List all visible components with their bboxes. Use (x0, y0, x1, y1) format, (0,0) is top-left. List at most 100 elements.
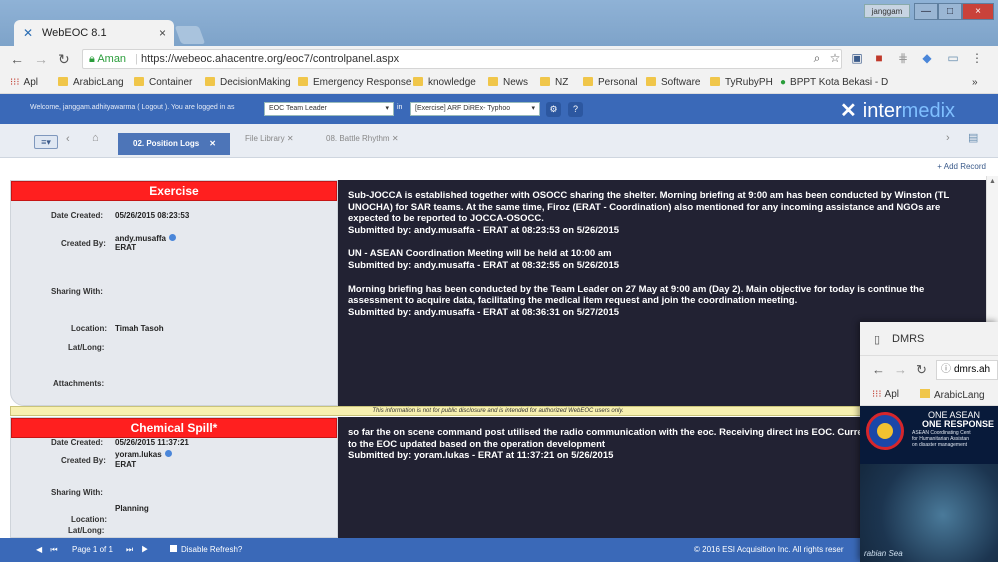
sharing-with-label: Sharing With: (51, 287, 103, 296)
url-text: https://webeoc.ahacentre.org/eoc7/contro… (141, 53, 400, 65)
bookmark-folder[interactable]: ArabicLang (58, 77, 124, 88)
close-icon[interactable]: ✕ (209, 139, 216, 148)
record-title[interactable]: Exercise (11, 181, 337, 201)
reload-icon[interactable]: ↻ (58, 50, 70, 68)
disable-refresh-checkbox[interactable]: Disable Refresh? (170, 545, 242, 554)
home-icon[interactable]: ⌂ (92, 132, 99, 144)
latlong-label: Lat/Long: (68, 526, 105, 535)
submitted-by: Submitted by: andy.musaffa - ERAT at 08:… (348, 224, 620, 236)
apps-grid-icon: ⁝⁝⁝ (10, 77, 20, 88)
forward-arrow-icon[interactable]: → (894, 362, 907, 377)
bookmark-apps[interactable]: ⁝⁝⁝ Apl (10, 77, 38, 88)
bookmark-folder[interactable]: knowledge (413, 77, 476, 88)
folder-icon (134, 77, 144, 86)
created-by-org: ERAT (115, 243, 137, 252)
bookmark-folder[interactable]: DecisionMaking (205, 77, 291, 88)
tab-close-icon[interactable]: × (159, 26, 166, 40)
created-by-user[interactable]: andy.musaffa (115, 234, 176, 243)
minimize-button[interactable]: — (914, 3, 938, 20)
incident-select[interactable]: [Exercise] ARF DiREx- Typhoo ▾ (410, 102, 540, 116)
location-label: Location: (71, 515, 107, 524)
extension-grid-icon[interactable]: ⋕ (896, 51, 910, 65)
secure-label: Aman (97, 53, 127, 65)
folder-icon (205, 77, 215, 86)
position-select[interactable]: EOC Team Leader ▾ (264, 102, 394, 116)
dmrs-tab-title[interactable]: DMRS (892, 333, 924, 345)
url-input[interactable]: 🔒︎ Aman | https://webeoc.ahacentre.org/e… (82, 49, 842, 69)
extension-screen-icon[interactable]: ▭ (946, 51, 960, 65)
dmrs-url-input[interactable]: ⓘ dmrs.ah (936, 360, 998, 380)
bookmarks-overflow-icon[interactable]: » (972, 77, 978, 88)
menu-list-icon[interactable]: ≡▾ (34, 135, 58, 149)
info-icon[interactable] (164, 450, 172, 457)
bookmark-bppt[interactable]: ● BPPT Kota Bekasi - D (780, 77, 888, 88)
first-prev-page-icons[interactable]: ◀ ⏮ (36, 545, 61, 555)
tab-battle-rhythm[interactable]: 08. Battle Rhythm ✕ (326, 134, 399, 143)
folder-icon (58, 77, 68, 86)
info-icon[interactable] (168, 234, 176, 241)
checkbox-icon[interactable] (170, 545, 177, 552)
date-created-value: 05/26/2015 11:37:21 (115, 438, 189, 447)
profile-badge[interactable]: janggam (864, 4, 910, 18)
bookmark-folder[interactable]: ArabicLang (920, 389, 985, 401)
bookmark-folder[interactable]: NZ (540, 77, 568, 88)
tab-file-library[interactable]: File Library ✕ (245, 134, 294, 143)
location-value: Timah Tasoh (115, 324, 164, 333)
help-icon[interactable]: ? (568, 102, 583, 117)
reload-icon[interactable]: ↻ (916, 362, 927, 378)
record-title[interactable]: Chemical Spill* (11, 418, 337, 438)
location-label: Location: (71, 324, 107, 333)
sharing-value: Planning (115, 504, 149, 513)
intermedix-logo: ✕ intermedix (840, 100, 956, 122)
close-icon[interactable]: ✕ (287, 134, 294, 143)
extension-square-icon[interactable]: ▣ (850, 51, 864, 65)
action-bar: + Add Record (0, 158, 998, 176)
scroll-left-icon[interactable]: ‹ (66, 133, 70, 145)
log-record-card: Exercise Date Created: 05/26/2015 08:23:… (10, 180, 338, 406)
banner-line2: ONE RESPONSE (922, 419, 995, 429)
browser-tab-webeoc[interactable]: ✕ WebEOC 8.1 × (14, 20, 174, 46)
log-entry: Sub-JOCCA is established together with O… (348, 190, 950, 236)
tab-position-logs[interactable]: 02. Position Logs ✕ (118, 133, 230, 155)
star-icon[interactable]: ☆ (828, 51, 842, 65)
apps-grid-icon: ⁝⁝⁝ (872, 389, 882, 400)
browser-titlebar: ✕ WebEOC 8.1 × janggam — □ × (0, 0, 998, 46)
scroll-up-icon[interactable]: ▲ (989, 178, 996, 185)
created-by-org: ERAT (115, 460, 137, 469)
folder-icon (646, 77, 656, 86)
tab-title: WebEOC 8.1 (42, 27, 107, 39)
new-tab-button[interactable] (174, 26, 206, 44)
bookmark-folder[interactable]: Emergency Response (298, 77, 411, 88)
maximize-button[interactable]: □ (938, 3, 962, 20)
close-window-button[interactable]: × (962, 3, 994, 20)
dmrs-titlebar: ▯ DMRS (860, 322, 998, 356)
tab-list-icon[interactable]: ▤ (968, 131, 978, 144)
date-created-value: 05/26/2015 08:23:53 (115, 211, 190, 220)
banner-small3: on disaster management (912, 442, 968, 448)
latlong-label: Lat/Long: (68, 343, 105, 352)
bookmark-folder[interactable]: Container (134, 77, 192, 88)
chrome-menu-icon[interactable]: ⋮ (970, 51, 984, 65)
chevron-down-icon: ▾ (385, 105, 389, 112)
folder-icon (583, 77, 593, 86)
date-created-label: Date Created: (51, 211, 104, 220)
bookmark-folder[interactable]: TyRubyPH (710, 77, 773, 88)
scroll-right-icon[interactable]: › (946, 132, 950, 144)
dmrs-address-row: ← → ↻ ⓘ dmrs.ah (860, 356, 998, 384)
info-circle-icon: ⓘ (941, 364, 951, 375)
bookmark-folder[interactable]: News (488, 77, 528, 88)
extension-puzzle-icon[interactable]: ◆ (920, 51, 934, 65)
bookmark-folder[interactable]: Personal (583, 77, 637, 88)
bookmark-folder[interactable]: Software (646, 77, 700, 88)
close-icon[interactable]: ✕ (392, 134, 399, 143)
forward-arrow-icon[interactable]: → (34, 50, 48, 68)
extension-red-icon[interactable]: ■ (872, 51, 886, 65)
back-arrow-icon[interactable]: ← (10, 50, 24, 68)
zoom-icon[interactable]: ⌕ (810, 51, 824, 65)
add-record-link[interactable]: + Add Record (937, 162, 986, 171)
back-arrow-icon[interactable]: ← (872, 362, 885, 377)
next-last-page-icons[interactable]: ⏭ ▶ (126, 545, 152, 555)
settings-gear-icon[interactable]: ⚙ (546, 102, 561, 117)
bookmark-apps[interactable]: ⁝⁝⁝ Apl (872, 389, 899, 400)
created-by-user[interactable]: yoram.lukas (115, 450, 172, 459)
